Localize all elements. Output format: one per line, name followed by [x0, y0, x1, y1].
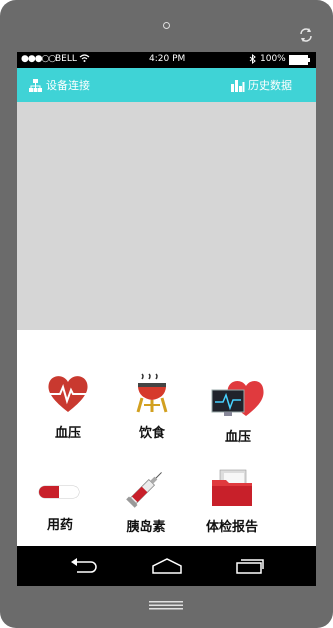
- feature-label: 血压: [54, 426, 81, 441]
- feature-checkup-report[interactable]: 体检报告: [189, 468, 275, 535]
- grill-icon: [136, 373, 168, 413]
- clock: 4:20 PM: [149, 54, 186, 64]
- syringe-icon: [126, 472, 162, 508]
- signal-strength: ●●●○○: [21, 54, 56, 64]
- status-bar: ●●●○○ BELL 4:20 PM 100%: [17, 52, 316, 68]
- screen: ●●●○○ BELL 4:20 PM 100% 设备连接 历史数据 血压 饮食 …: [17, 52, 316, 586]
- feature-label: 胰岛素: [126, 520, 166, 535]
- battery-icon: [289, 55, 311, 68]
- recent-apps-icon[interactable]: [235, 558, 265, 574]
- feature-grid: 血压 饮食 血压 用药 胰岛素 体检报告: [17, 330, 316, 546]
- capsule-icon: [38, 485, 80, 499]
- feature-label: 用药: [46, 518, 73, 533]
- navigation-bar: [17, 546, 316, 586]
- content-panel: [17, 102, 316, 331]
- feature-medication[interactable]: 用药: [17, 476, 103, 533]
- bluetooth-icon: [249, 53, 256, 67]
- camera: [163, 22, 170, 29]
- history-data-button[interactable]: 历史数据: [230, 77, 292, 93]
- feature-label: 体检报告: [205, 520, 258, 535]
- app-header: 设备连接 历史数据: [17, 68, 316, 102]
- bar-chart-icon: [231, 79, 245, 92]
- network-icon: [29, 78, 42, 92]
- heart-monitor-icon: [211, 380, 264, 416]
- history-data-label: 历史数据: [248, 79, 292, 92]
- feature-insulin[interactable]: 胰岛素: [103, 468, 189, 535]
- wifi-icon: [79, 53, 90, 66]
- heart-pulse-icon: [48, 376, 88, 412]
- home-icon[interactable]: [151, 558, 183, 574]
- rotate-icon[interactable]: [297, 26, 315, 44]
- feature-diet[interactable]: 饮食: [109, 372, 195, 441]
- back-icon[interactable]: [69, 558, 99, 574]
- report-folder-icon: [212, 469, 252, 506]
- device-connect-button[interactable]: 设备连接: [28, 77, 90, 93]
- feature-blood-pressure-2[interactable]: 血压: [195, 376, 281, 445]
- feature-label: 饮食: [138, 426, 165, 441]
- carrier-label: BELL: [55, 54, 77, 64]
- menu-lines-icon: [149, 601, 183, 610]
- phone-frame: ●●●○○ BELL 4:20 PM 100% 设备连接 历史数据 血压 饮食 …: [0, 0, 333, 628]
- feature-blood-pressure-1[interactable]: 血压: [25, 374, 111, 441]
- device-connect-label: 设备连接: [46, 79, 90, 92]
- battery-percent: 100%: [260, 54, 286, 64]
- feature-label: 血压: [224, 430, 251, 445]
